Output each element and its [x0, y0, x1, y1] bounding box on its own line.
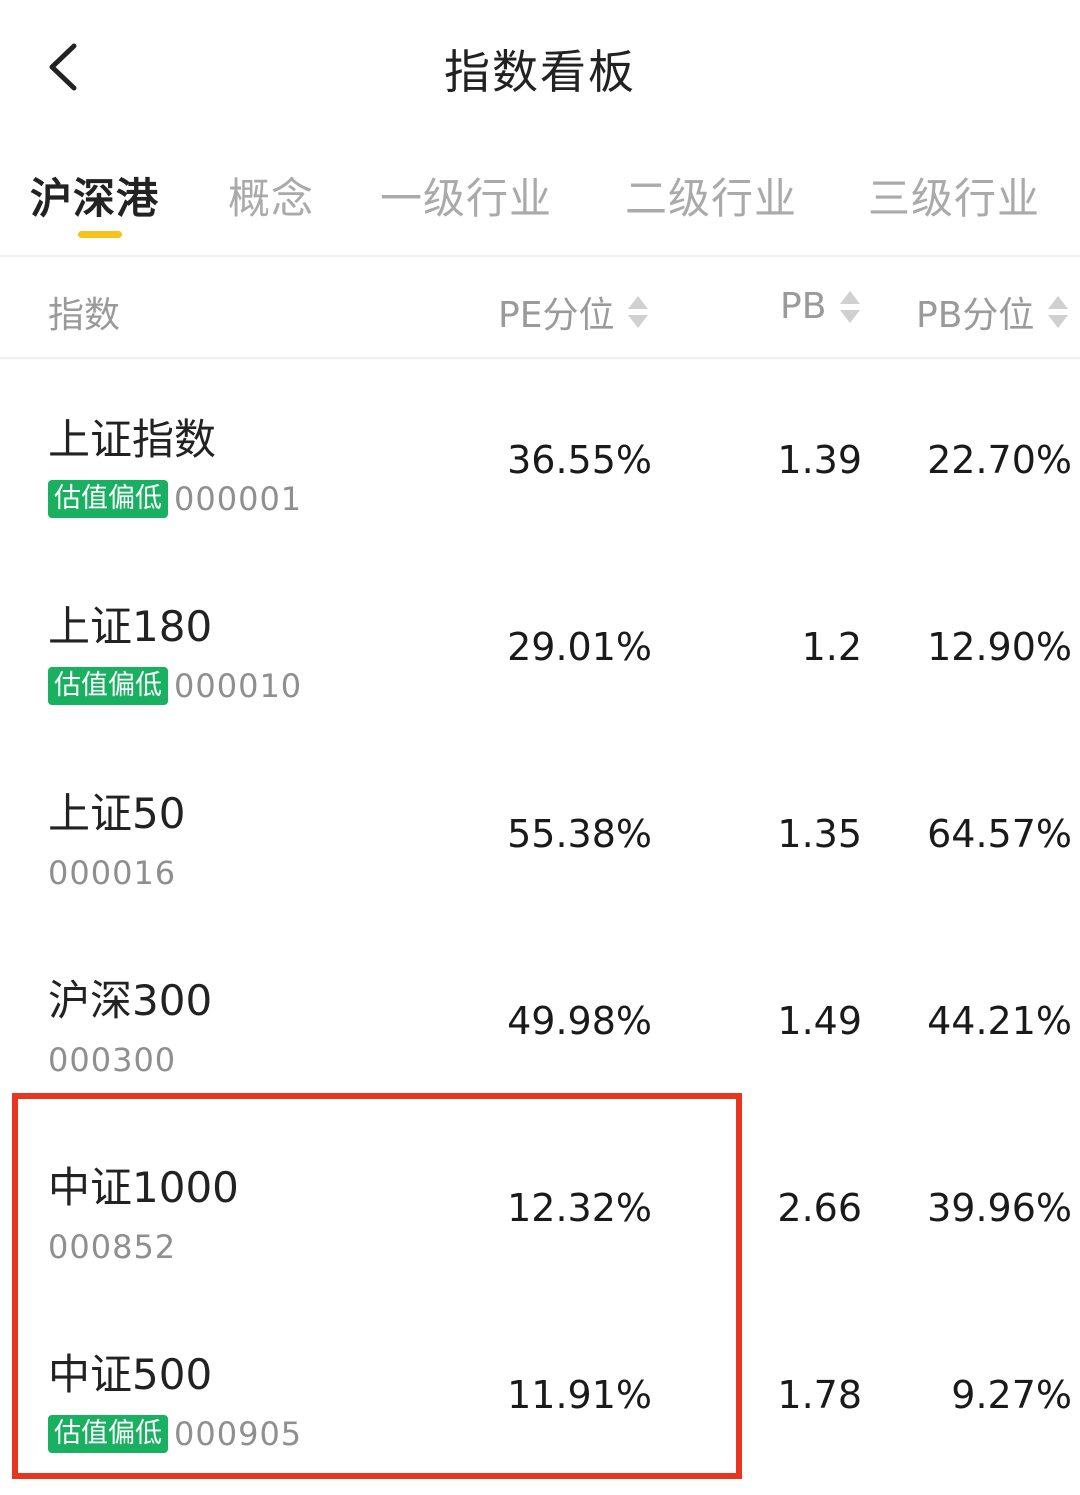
- index-meta: 000016: [48, 852, 176, 894]
- category-tabs: 沪深港 概念 一级行业 二级行业 三级行业: [0, 165, 1080, 255]
- pb-percentile-value: 44.21%: [927, 999, 1072, 1043]
- pe-percentile-value: 49.98%: [507, 999, 652, 1043]
- pb-percentile-value: 22.70%: [927, 438, 1072, 482]
- column-header-pb-percentile[interactable]: PB分位: [916, 286, 1070, 338]
- pb-value: 1.78: [777, 1373, 862, 1417]
- index-name: 中证500: [48, 1350, 213, 1399]
- pb-value: 1.35: [777, 812, 862, 856]
- sort-icon: [1046, 292, 1070, 332]
- index-meta: 000852: [48, 1226, 176, 1268]
- pb-percentile-value: 12.90%: [927, 625, 1072, 669]
- table-row[interactable]: 上证50 000016 55.38% 1.35 64.57%: [0, 742, 1080, 929]
- index-code: 000852: [48, 1228, 177, 1266]
- index-meta: 估值偏低 000010: [48, 665, 302, 707]
- page-title: 指数看板: [444, 45, 636, 99]
- table-row[interactable]: 上证180 估值偏低 000010 29.01% 1.2 12.90%: [0, 555, 1080, 742]
- pb-value: 1.2: [801, 625, 862, 669]
- index-meta: 估值偏低 000905: [48, 1413, 302, 1455]
- index-name: 上证指数: [48, 415, 217, 464]
- pe-percentile-value: 11.91%: [507, 1373, 652, 1417]
- index-name: 沪深300: [48, 976, 213, 1025]
- pb-value: 1.49: [777, 999, 862, 1043]
- pb-percentile-value: 9.27%: [951, 1373, 1072, 1417]
- pb-percentile-value: 64.57%: [927, 812, 1072, 856]
- column-header-label: PE分位: [498, 295, 615, 336]
- tab-level2-industry[interactable]: 二级行业: [625, 165, 797, 226]
- tab-level3-industry[interactable]: 三级行业: [868, 165, 1040, 226]
- tab-concept[interactable]: 概念: [228, 165, 314, 226]
- valuation-badge: 估值偏低: [48, 1415, 168, 1453]
- column-header-label: PB: [780, 286, 827, 327]
- pe-percentile-value: 55.38%: [507, 812, 652, 856]
- column-header-label: 指数: [48, 295, 121, 336]
- table-row[interactable]: 沪深300 000300 49.98% 1.49 44.21%: [0, 929, 1080, 1116]
- pb-value: 2.66: [777, 1186, 862, 1230]
- pe-percentile-value: 29.01%: [507, 625, 652, 669]
- index-code: 000016: [48, 854, 177, 892]
- pb-percentile-value: 39.96%: [927, 1186, 1072, 1230]
- pb-value: 1.39: [777, 438, 862, 482]
- index-name: 中证1000: [48, 1163, 239, 1212]
- column-header-pe-percentile[interactable]: PE分位: [498, 286, 650, 338]
- column-header-index: 指数: [48, 286, 120, 338]
- table-row[interactable]: 中证1000 000852 12.32% 2.66 39.96%: [0, 1116, 1080, 1303]
- sort-icon: [838, 287, 862, 327]
- valuation-badge: 估值偏低: [48, 480, 168, 518]
- divider: [0, 357, 1080, 359]
- header-bar: 指数看板: [0, 0, 1080, 130]
- tab-hushengang[interactable]: 沪深港: [30, 165, 159, 226]
- index-code: 000905: [174, 1415, 303, 1453]
- index-meta: 估值偏低 000001: [48, 478, 302, 520]
- table-row[interactable]: 中证500 估值偏低 000905 11.91% 1.78 9.27%: [0, 1303, 1080, 1490]
- index-meta: 000300: [48, 1039, 176, 1081]
- index-code: 000001: [174, 480, 303, 518]
- table-row[interactable]: 上证指数 估值偏低 000001 36.55% 1.39 22.70%: [0, 368, 1080, 555]
- valuation-badge: 估值偏低: [48, 667, 168, 705]
- column-header-pb[interactable]: PB: [780, 286, 862, 327]
- index-name: 上证50: [48, 789, 186, 838]
- active-tab-indicator: [78, 231, 122, 238]
- index-name: 上证180: [48, 602, 213, 651]
- sort-icon: [626, 292, 650, 332]
- index-code: 000300: [48, 1041, 177, 1079]
- divider: [0, 255, 1080, 257]
- tab-level1-industry[interactable]: 一级行业: [380, 165, 552, 226]
- column-header-label: PB分位: [916, 295, 1035, 336]
- pe-percentile-value: 36.55%: [507, 438, 652, 482]
- pe-percentile-value: 12.32%: [507, 1186, 652, 1230]
- index-code: 000010: [174, 667, 303, 705]
